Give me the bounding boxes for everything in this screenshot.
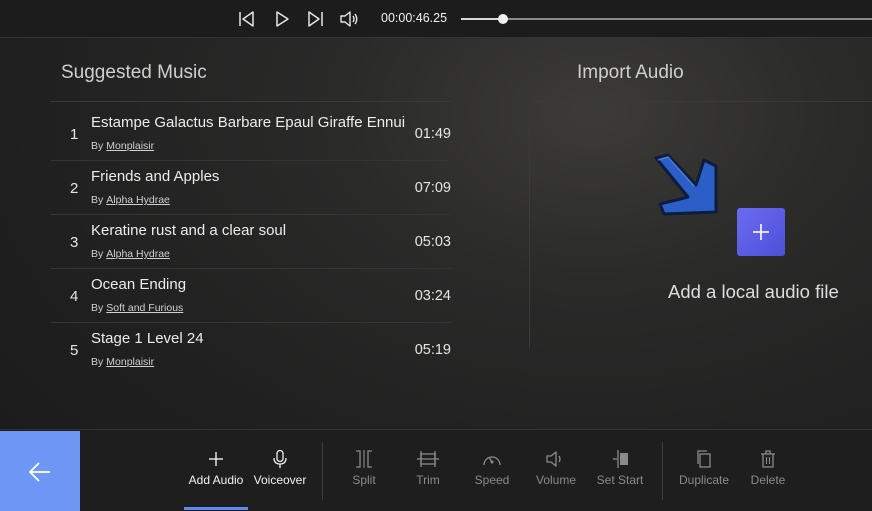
speed-button[interactable]: Speed [460, 448, 524, 490]
track-row[interactable]: 2 Friends and Apples By Alpha Hydrae 07:0… [51, 161, 451, 215]
split-icon [356, 450, 372, 468]
voiceover-label: Voiceover [253, 473, 307, 487]
plus-icon [753, 224, 769, 240]
track-title: Stage 1 Level 24 [91, 330, 204, 347]
track-duration: 07:09 [414, 180, 451, 196]
import-audio-heading: Import Audio [577, 62, 684, 83]
add-audio-label: Add Audio [188, 473, 244, 487]
divider [51, 101, 451, 102]
volume-label: Volume [535, 473, 577, 487]
active-tab-indicator [184, 507, 248, 510]
skip-forward-icon[interactable] [305, 9, 325, 29]
split-label: Split [352, 473, 376, 487]
track-title: Estampe Galactus Barbare Epaul Giraffe E… [91, 114, 406, 131]
track-title: Friends and Apples [91, 168, 220, 185]
track-list: 1 Estampe Galactus Barbare Epaul Giraffe… [51, 107, 451, 377]
skip-back-icon[interactable] [237, 9, 257, 29]
artist-link[interactable]: Soft and Furious [106, 302, 183, 314]
track-artist-line: By Alpha Hydrae [91, 248, 170, 260]
delete-label: Delete [750, 473, 786, 487]
trash-icon [761, 450, 775, 468]
toolbar-separator [662, 442, 663, 500]
speed-label: Speed [474, 473, 510, 487]
voiceover-button[interactable]: Voiceover [248, 448, 312, 490]
suggested-music-heading: Suggested Music [61, 62, 207, 83]
seek-progress [461, 18, 504, 20]
by-label: By [91, 302, 104, 314]
by-label: By [91, 356, 104, 368]
track-artist-line: By Monplaisir [91, 140, 154, 152]
track-title: Keratine rust and a clear soul [91, 222, 287, 239]
plus-icon [209, 452, 223, 466]
split-button[interactable]: Split [332, 448, 396, 490]
set-start-label: Set Start [596, 473, 644, 487]
track-duration: 03:24 [414, 288, 451, 304]
by-label: By [91, 140, 104, 152]
volume-icon[interactable] [339, 9, 359, 29]
track-number: 2 [70, 180, 79, 197]
set-start-button[interactable]: Set Start [588, 448, 652, 490]
panel-divider [529, 122, 530, 348]
track-row[interactable]: 5 Stage 1 Level 24 By Monplaisir 05:19 [51, 323, 451, 377]
track-row[interactable]: 4 Ocean Ending By Soft and Furious 03:24 [51, 269, 451, 323]
track-artist-line: By Alpha Hydrae [91, 194, 170, 206]
artist-link[interactable]: Monplaisir [106, 356, 154, 368]
add-local-audio-button[interactable] [737, 208, 785, 256]
artist-link[interactable]: Monplaisir [106, 140, 154, 152]
track-duration: 05:19 [414, 342, 451, 358]
play-icon[interactable] [272, 9, 292, 29]
trim-icon [417, 451, 439, 467]
track-artist-line: By Monplaisir [91, 356, 154, 368]
player-bar: 00:00:46.25 [0, 0, 872, 38]
back-button[interactable] [0, 431, 80, 511]
playback-time: 00:00:46.25 [381, 11, 448, 25]
track-artist-line: By Soft and Furious [91, 302, 183, 314]
track-number: 1 [70, 126, 79, 143]
track-duration: 05:03 [414, 234, 451, 250]
artist-link[interactable]: Alpha Hydrae [106, 194, 170, 206]
seek-slider[interactable] [461, 14, 872, 24]
divider [530, 101, 872, 102]
track-title: Ocean Ending [91, 276, 187, 293]
duplicate-label: Duplicate [678, 473, 730, 487]
track-number: 5 [70, 342, 79, 359]
microphone-icon [273, 449, 287, 468]
by-label: By [91, 248, 104, 260]
trim-label: Trim [416, 473, 440, 487]
set-start-icon [613, 450, 628, 468]
artist-link[interactable]: Alpha Hydrae [106, 248, 170, 260]
track-number: 4 [70, 288, 79, 305]
toolbar-separator [322, 442, 323, 500]
delete-button[interactable]: Delete [736, 448, 800, 490]
volume-icon [546, 451, 561, 467]
by-label: By [91, 194, 104, 206]
pointer-arrow-icon [646, 152, 722, 220]
track-row[interactable]: 3 Keratine rust and a clear soul By Alpha… [51, 215, 451, 269]
track-duration: 01:49 [414, 126, 451, 142]
seek-handle[interactable] [498, 14, 509, 24]
trim-button[interactable]: Trim [396, 448, 460, 490]
bottom-toolbar: Add Audio Voiceover Split Trim Speed Vol… [0, 429, 872, 511]
volume-button[interactable]: Volume [524, 448, 588, 490]
track-row[interactable]: 1 Estampe Galactus Barbare Epaul Giraffe… [51, 107, 451, 161]
speedometer-icon [483, 456, 501, 466]
add-audio-button[interactable]: Add Audio [184, 448, 248, 490]
duplicate-icon [697, 450, 711, 468]
arrow-left-icon [28, 461, 50, 482]
duplicate-button[interactable]: Duplicate [672, 448, 736, 490]
track-number: 3 [70, 234, 79, 251]
add-local-audio-label[interactable]: Add a local audio file [668, 281, 839, 303]
